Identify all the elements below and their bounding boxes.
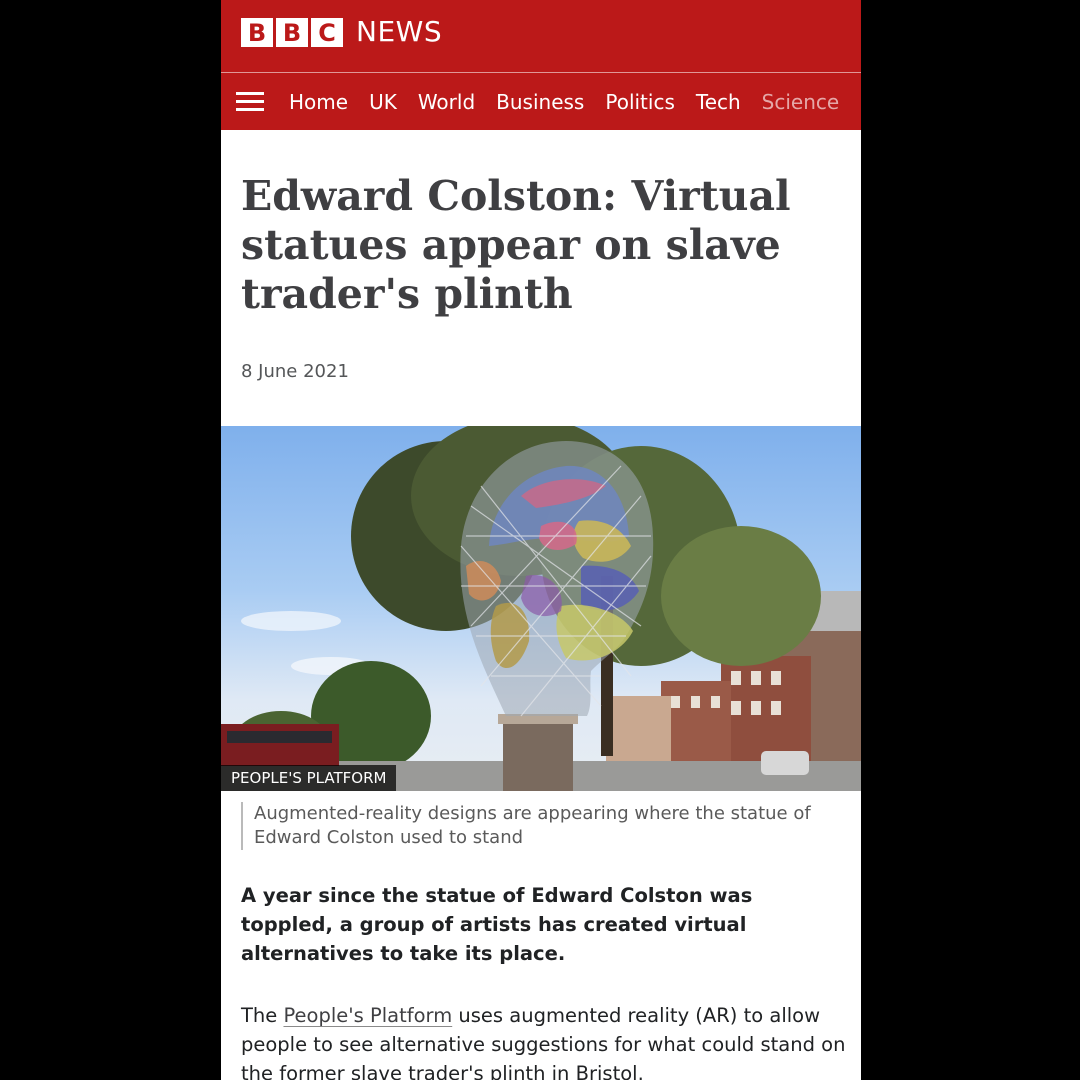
masthead: B B C NEWS (221, 0, 861, 72)
image-caption: Augmented-reality designs are appearing … (241, 802, 841, 850)
hero-image[interactable]: PEOPLE'S PLATFORM (221, 426, 861, 791)
logo-letter: B (241, 18, 273, 47)
article-headline: Edward Colston: Virtual statues appear o… (241, 172, 791, 318)
nav-item-tech[interactable]: Tech (696, 90, 741, 114)
logo-letter: C (311, 18, 343, 47)
image-credit-label: PEOPLE'S PLATFORM (221, 765, 397, 791)
nav-item-world[interactable]: World (418, 90, 475, 114)
nav-bar: Home UK World Business Politics Tech Sci… (221, 72, 861, 130)
body-text-prefix: The (241, 1004, 284, 1027)
nav-item-politics[interactable]: Politics (605, 90, 675, 114)
nav-item-business[interactable]: Business (496, 90, 584, 114)
hamburger-menu-icon[interactable] (236, 92, 264, 112)
nav-item-science[interactable]: Science (762, 90, 840, 114)
article-body-paragraph: The People's Platform uses augmented rea… (241, 1001, 851, 1080)
nav-item-uk[interactable]: UK (369, 90, 397, 114)
logo-letter: B (276, 18, 308, 47)
bbc-logo[interactable]: B B C (241, 18, 343, 47)
nav-items: Home UK World Business Politics Tech Sci… (289, 73, 839, 130)
ar-statue-photo (221, 426, 861, 791)
article-date: 8 June 2021 (241, 361, 349, 382)
nav-item-home[interactable]: Home (289, 90, 348, 114)
news-wordmark[interactable]: NEWS (356, 15, 442, 48)
article-page: B B C NEWS Home UK World Business Politi… (221, 0, 861, 1080)
article-lead: A year since the statue of Edward Colsto… (241, 884, 753, 965)
peoples-platform-link[interactable]: People's Platform (283, 1004, 452, 1027)
